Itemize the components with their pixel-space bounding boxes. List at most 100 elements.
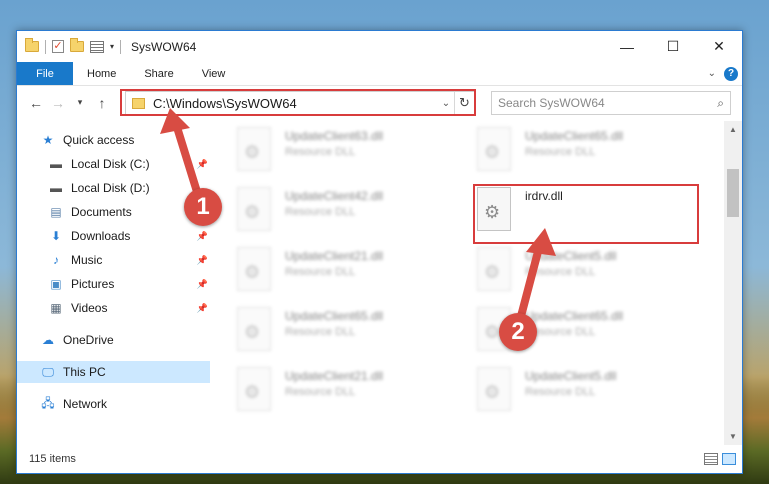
sidebar-item-documents[interactable]: ▤ Documents 📌 <box>17 201 210 223</box>
close-button[interactable]: ✕ <box>696 31 742 62</box>
documents-icon: ▤ <box>50 205 62 219</box>
expand-ribbon-icon[interactable]: ⌄ <box>708 68 716 79</box>
dll-file-icon <box>237 307 271 351</box>
sidebar-item-local-disk-d[interactable]: ▬ Local Disk (D:) <box>17 177 210 199</box>
network-icon: 🖧 <box>41 395 55 410</box>
dll-file-icon <box>477 367 511 411</box>
navigation-pane: ★ Quick access ▬ Local Disk (C:) 📌 ▬ Loc… <box>17 121 210 445</box>
sidebar-item-network[interactable]: 🖧 Network <box>17 393 210 415</box>
sidebar-item-music[interactable]: ♪ Music 📌 <box>17 249 210 271</box>
tab-home[interactable]: Home <box>73 62 130 85</box>
properties-icon[interactable] <box>90 40 104 53</box>
pin-icon[interactable]: 📌 <box>197 159 208 170</box>
step-1-callout: 1 <box>184 188 222 226</box>
pin-icon[interactable]: 📌 <box>197 231 208 242</box>
sidebar-item-label: Pictures <box>71 277 115 291</box>
scroll-up-icon[interactable]: ▲ <box>724 125 742 134</box>
step-2-callout: 2 <box>499 313 537 351</box>
tab-file[interactable]: File <box>17 62 73 85</box>
sidebar-item-pictures[interactable]: ▣ Pictures 📌 <box>17 273 210 295</box>
pin-icon[interactable]: 📌 <box>197 255 208 266</box>
file-name: UpdateClient63.dll <box>285 129 384 143</box>
ribbon-tabs: File Home Share View ⌄ ? <box>17 62 742 86</box>
divider <box>120 39 122 54</box>
scroll-down-icon[interactable]: ▼ <box>724 432 742 441</box>
file-name: UpdateClient42.dll <box>285 189 384 203</box>
quick-access-toolbar: ✓ ▾ <box>25 38 122 54</box>
window-controls: — ☐ ✕ <box>604 31 742 62</box>
sidebar-item-label: Network <box>63 397 108 411</box>
file-type: Resource DLL <box>285 326 356 338</box>
sidebar-item-quick-access[interactable]: ★ Quick access <box>17 129 210 151</box>
sidebar-item-label: Local Disk (D:) <box>71 181 150 195</box>
help-icon[interactable]: ? <box>724 66 738 81</box>
drive-icon: ▬ <box>50 157 62 171</box>
star-icon: ★ <box>42 133 54 147</box>
properties-check-icon[interactable]: ✓ <box>52 40 64 53</box>
vertical-scrollbar[interactable]: ▲ ▼ <box>724 121 742 445</box>
file-type: Resource DLL <box>285 206 356 218</box>
recent-locations-icon[interactable]: ▾ <box>69 97 91 108</box>
item-count: 115 items <box>29 453 76 465</box>
computer-icon: 🖵 <box>42 364 54 379</box>
scrollbar-thumb[interactable] <box>727 169 739 217</box>
pictures-icon: ▣ <box>50 277 62 291</box>
search-box[interactable]: Search SysWOW64 ⌕ <box>491 91 731 115</box>
pin-icon[interactable]: 📌 <box>197 303 208 314</box>
sidebar-item-label: OneDrive <box>63 333 114 347</box>
list-item[interactable]: UpdateClient5.dll Resource DLL <box>477 367 697 423</box>
list-item[interactable]: UpdateClient21.dll Resource DLL <box>237 247 457 303</box>
large-icons-view-icon[interactable] <box>722 453 736 465</box>
new-folder-icon[interactable] <box>70 38 84 52</box>
tab-view[interactable]: View <box>188 62 240 85</box>
view-switcher <box>704 453 736 465</box>
file-type: Resource DLL <box>525 146 596 158</box>
customize-dropdown-icon[interactable]: ▾ <box>110 42 114 51</box>
tab-share[interactable]: Share <box>130 62 187 85</box>
music-icon: ♪ <box>53 253 59 267</box>
sidebar-item-downloads[interactable]: ⬇ Downloads 📌 <box>17 225 210 247</box>
back-arrow-icon[interactable]: ← <box>25 95 47 111</box>
drive-icon: ▬ <box>50 181 62 195</box>
file-type: Resource DLL <box>285 146 356 158</box>
details-view-icon[interactable] <box>704 453 718 465</box>
file-type: Resource DLL <box>285 266 356 278</box>
file-type: Resource DLL <box>525 386 596 398</box>
folder-icon <box>25 38 39 52</box>
list-item[interactable]: UpdateClient5.dll Resource DLL <box>477 247 697 303</box>
videos-icon: ▦ <box>50 301 62 315</box>
sidebar-item-label: Documents <box>71 205 132 219</box>
pin-icon[interactable]: 📌 <box>197 279 208 290</box>
file-type: Resource DLL <box>525 266 596 278</box>
list-item[interactable]: UpdateClient65.dll Resource DLL <box>237 307 457 363</box>
sidebar-item-onedrive[interactable]: ☁ OneDrive <box>17 329 210 351</box>
list-item[interactable]: UpdateClient63.dll Resource DLL <box>237 127 457 183</box>
list-item[interactable]: UpdateClient65.dll Resource DLL <box>477 127 697 183</box>
ribbon-controls: ⌄ ? <box>708 62 742 85</box>
file-name: UpdateClient5.dll <box>525 369 617 383</box>
sidebar-item-label: Music <box>71 253 103 267</box>
list-item[interactable]: UpdateClient21.dll Resource DLL <box>237 367 457 423</box>
search-icon[interactable]: ⌕ <box>717 96 724 111</box>
list-item[interactable]: UpdateClient42.dll Resource DLL <box>237 187 457 243</box>
sidebar-item-label: Local Disk (C:) <box>71 157 150 171</box>
file-name: UpdateClient65.dll <box>525 129 624 143</box>
minimize-button[interactable]: — <box>604 31 650 62</box>
up-arrow-icon[interactable]: ↑ <box>91 95 113 111</box>
file-highlight <box>473 184 699 244</box>
forward-arrow-icon[interactable]: → <box>47 95 69 111</box>
sidebar-item-label: Downloads <box>71 229 131 243</box>
search-input[interactable]: Search SysWOW64 <box>498 96 605 110</box>
sidebar-item-label: Quick access <box>63 133 135 147</box>
dll-file-icon <box>477 127 511 171</box>
dll-file-icon <box>237 247 271 291</box>
sidebar-item-videos[interactable]: ▦ Videos 📌 <box>17 297 210 319</box>
download-icon: ⬇ <box>50 229 62 243</box>
file-name: UpdateClient65.dll <box>285 309 384 323</box>
sidebar-item-this-pc[interactable]: 🖵 This PC <box>17 361 210 383</box>
file-type: Resource DLL <box>285 386 356 398</box>
dll-file-icon <box>477 247 511 291</box>
sidebar-item-label: This PC <box>63 365 106 379</box>
sidebar-item-local-disk-c[interactable]: ▬ Local Disk (C:) 📌 <box>17 153 210 175</box>
maximize-button[interactable]: ☐ <box>650 31 696 62</box>
